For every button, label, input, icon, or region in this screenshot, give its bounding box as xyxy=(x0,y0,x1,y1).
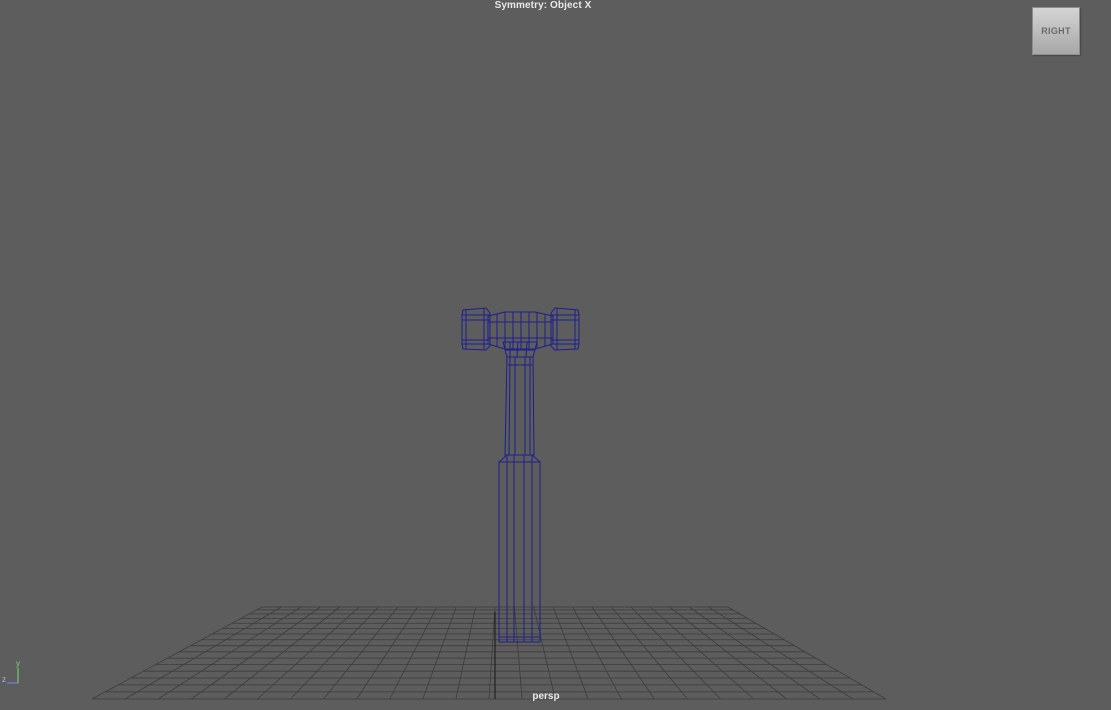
hammer-head-center xyxy=(487,311,554,350)
camera-name-label: persp xyxy=(532,691,560,702)
scene-canvas[interactable] xyxy=(0,0,1111,710)
z-axis-label: z xyxy=(2,675,6,684)
hammer-head-right-cap xyxy=(550,307,580,351)
axis-indicator: y z xyxy=(2,659,20,684)
viewcube-right-face[interactable]: RIGHT xyxy=(1032,7,1080,55)
y-axis-label: y xyxy=(16,659,20,668)
hammer-wireframe xyxy=(461,307,580,643)
handle-shaft xyxy=(504,356,535,456)
symmetry-status-label: Symmetry: Object X xyxy=(494,0,592,11)
hammer-head-left-cap xyxy=(461,307,491,351)
ground-grid xyxy=(91,606,887,700)
perspective-viewport[interactable]: Symmetry: Object X RIGHT y z persp xyxy=(0,0,1111,710)
viewcube-face-label: RIGHT xyxy=(1041,26,1071,36)
